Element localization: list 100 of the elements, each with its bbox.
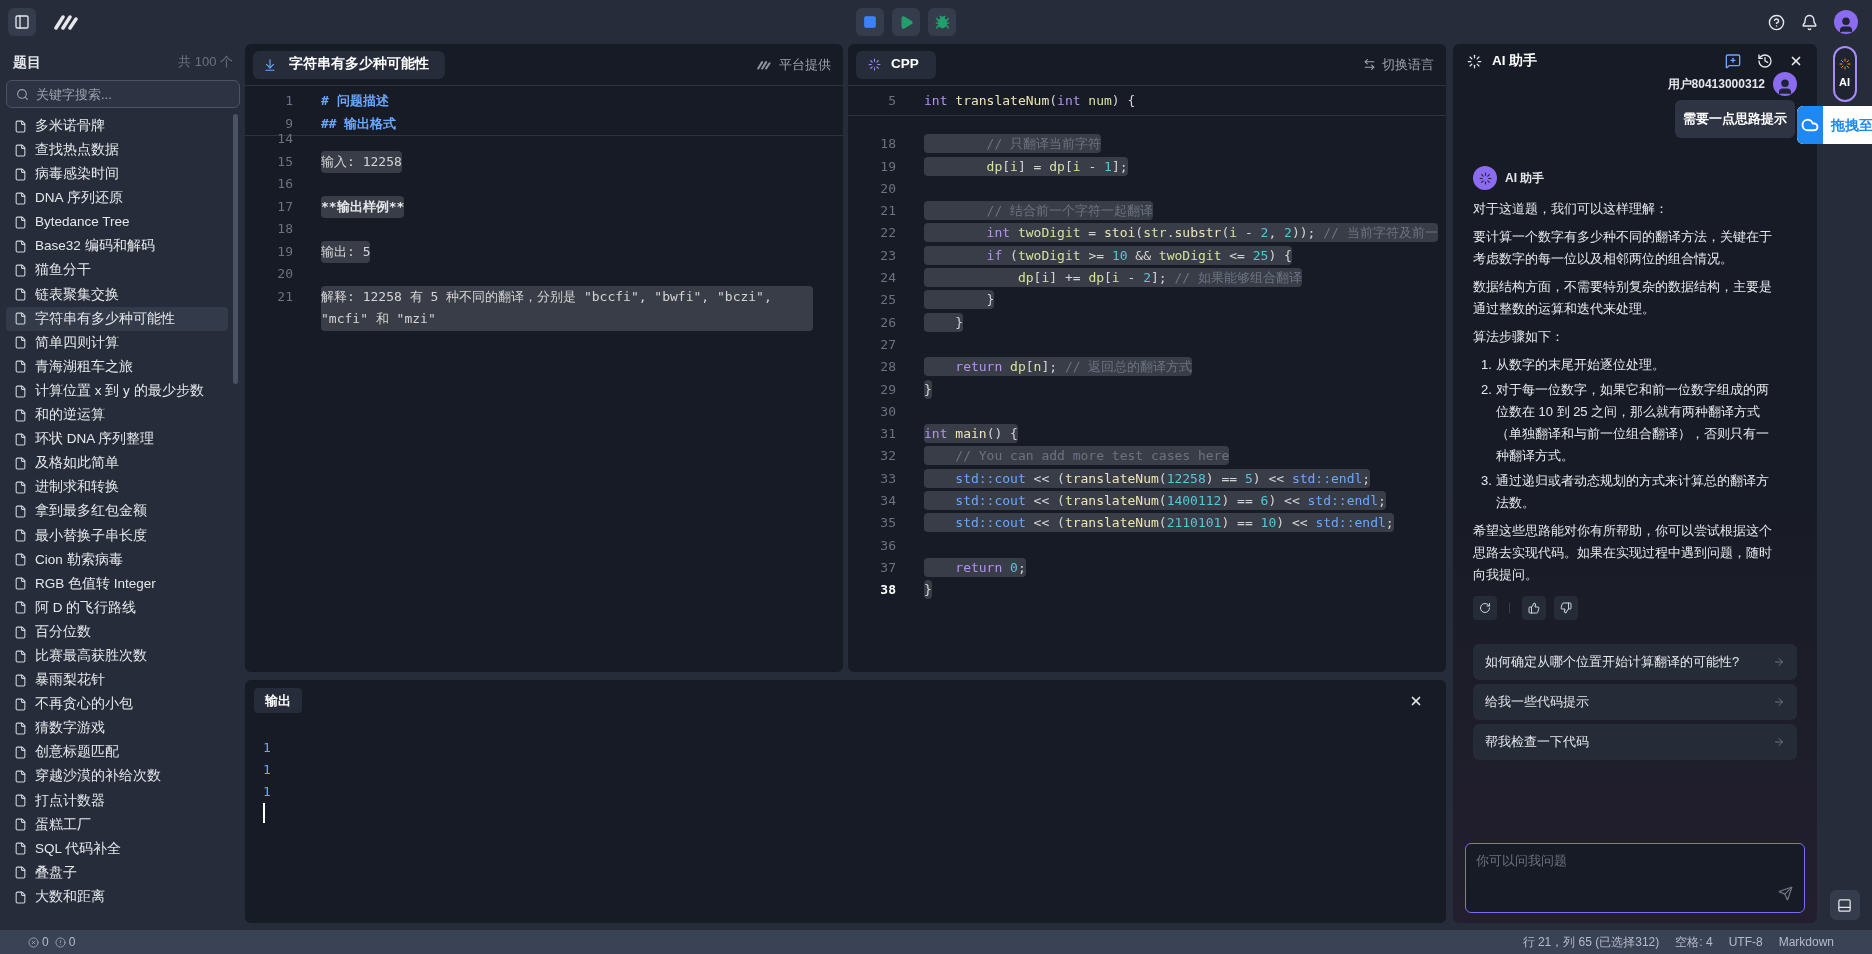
problem-item[interactable]: Cion 勒索病毒 [6, 547, 228, 572]
sidebar-toggle-button[interactable] [8, 8, 36, 36]
file-icon [14, 336, 27, 350]
problem-item[interactable]: 不再贪心的小包 [6, 692, 228, 717]
problem-item[interactable]: 和的逆运算 [6, 403, 228, 428]
line-number: 34 [879, 492, 897, 511]
drag-to-button[interactable]: 拖拽至 [1797, 106, 1872, 144]
file-icon [14, 601, 27, 615]
problem-item[interactable]: DNA 序列还原 [6, 186, 228, 211]
problem-item[interactable]: Base32 编码和解码 [6, 234, 228, 259]
suggestion-button[interactable]: 如何确定从哪个位置开始计算翻译的可能性? [1473, 644, 1797, 680]
arrow-icon [1773, 656, 1785, 668]
problem-item[interactable]: 多米诺骨牌 [6, 114, 228, 139]
problem-item[interactable]: 穿越沙漠的补给次数 [6, 764, 228, 789]
help-icon[interactable] [1768, 13, 1785, 31]
problem-item[interactable]: 病毒感染时间 [6, 162, 228, 187]
language-icon [868, 58, 881, 71]
problem-item[interactable]: 计算位置 x 到 y 的最少步数 [6, 379, 228, 404]
thumbs-down-icon [1560, 602, 1572, 614]
file-icon [14, 456, 27, 470]
line-number: 21 [276, 287, 294, 306]
line-number: 16 [276, 175, 294, 193]
arrow-icon [1773, 696, 1785, 708]
problem-item[interactable]: 及格如此简单 [6, 451, 228, 476]
ai-icon [1467, 53, 1482, 69]
line-number: 26 [879, 313, 897, 332]
problem-item[interactable]: 猜数字游戏 [6, 716, 228, 741]
regenerate-button[interactable] [1473, 596, 1497, 620]
search-field[interactable]: 关键字搜索... [6, 80, 240, 108]
problem-item[interactable]: RGB 色值转 Integer [6, 571, 228, 596]
output-tab[interactable]: 输出 [254, 688, 302, 713]
file-icon [14, 312, 27, 326]
problem-item[interactable]: 叠盘子 [6, 860, 228, 885]
close-icon[interactable] [1789, 54, 1803, 68]
answer-paragraph: 对于这道题，我们可以这样理解： [1473, 200, 1669, 218]
problem-item[interactable]: 猫鱼分干 [6, 258, 228, 283]
run-button[interactable] [892, 8, 920, 36]
suggestion-button[interactable]: 给我一些代码提示 [1473, 684, 1797, 720]
line-number: 28 [879, 358, 897, 377]
thumbs-down-button[interactable] [1554, 596, 1578, 620]
problem-item[interactable]: 蛋糕工厂 [6, 812, 228, 837]
problem-item[interactable]: 打点计数器 [6, 788, 228, 813]
problem-item[interactable]: 环状 DNA 序列整理 [6, 427, 228, 452]
send-icon[interactable] [1778, 886, 1793, 901]
answer-paragraph: 希望这些思路能对你有所帮助，你可以尝试根据这个思路去实现代码。如果在实现过程中遇到问题，随时向我提问。 [1473, 522, 1773, 584]
error-count: 0 [42, 934, 49, 951]
line-number: 33 [879, 469, 897, 488]
line-number: 23 [879, 246, 897, 265]
problem-item[interactable]: 比赛最高获胜次数 [6, 644, 228, 669]
problem-item[interactable]: 简单四则计算 [6, 330, 228, 355]
problem-item[interactable]: 链表聚集交换 [6, 282, 228, 307]
line-number: 38 [879, 581, 897, 600]
line-number: 29 [879, 380, 897, 399]
problem-item[interactable]: 百分位数 [6, 619, 228, 645]
question-input[interactable]: 你可以问我问题 [1465, 843, 1805, 913]
panel-toggle-button[interactable] [1829, 890, 1860, 920]
file-icon [14, 794, 27, 808]
notification-icon[interactable] [1801, 13, 1818, 31]
problem-item[interactable]: 大数和距离 [6, 885, 228, 910]
code-line: } [924, 580, 932, 600]
line-number: 14 [276, 130, 294, 148]
problem-item[interactable]: 最小替换子串长度 [6, 523, 228, 548]
file-icon [14, 240, 27, 253]
user-avatar[interactable] [1834, 10, 1858, 34]
history-icon[interactable] [1757, 53, 1773, 69]
problem-item[interactable]: 查找热点数据 [6, 138, 228, 163]
problem-item[interactable]: 阿 D 的飞行路线 [6, 595, 228, 620]
step-number: 2. [1481, 381, 1492, 399]
problem-item[interactable]: 青海湖租车之旅 [6, 354, 228, 380]
output-line: 1 [263, 761, 271, 779]
language-tab[interactable]: CPP [856, 50, 936, 79]
problem-item[interactable]: 暴雨梨花针 [6, 668, 228, 693]
line-number: 19 [879, 157, 897, 176]
line-number: 19 [276, 242, 294, 261]
step-text: 通过递归或者动态规划的方式来计算总的翻译方法数。 [1495, 472, 1770, 512]
problem-item[interactable]: 进制求和转换 [6, 475, 228, 500]
file-icon [14, 384, 27, 398]
problem-item[interactable]: 字符串有多少种可能性 [6, 306, 228, 331]
problem-item[interactable]: SQL 代码补全 [6, 836, 228, 861]
debug-button[interactable] [928, 8, 956, 36]
search-icon [16, 88, 29, 101]
file-icon [14, 818, 27, 832]
ai-button[interactable]: AI [1832, 46, 1857, 102]
problem-item[interactable]: Bytedance Tree [6, 210, 228, 235]
line-number: 37 [879, 558, 897, 577]
problem-item[interactable]: 拿到最多红包金额 [6, 499, 228, 524]
file-icon [14, 264, 27, 278]
switch-language-button[interactable]: 切换语言 [1363, 54, 1438, 75]
cursor-position: 行 21，列 65 (已选择312) [1522, 934, 1660, 951]
user-name: 用户80413000312 [1667, 76, 1765, 93]
suggestion-button[interactable]: 帮我检查一下代码 [1473, 724, 1797, 760]
problem-item[interactable]: 创意标题匹配 [6, 740, 228, 765]
file-icon [14, 673, 27, 687]
problem-tab[interactable]: 字符串有多少种可能性 [253, 50, 445, 79]
file-icon [14, 191, 27, 205]
thumbs-up-button[interactable] [1522, 596, 1546, 620]
new-chat-icon[interactable] [1725, 53, 1741, 69]
stop-button[interactable] [856, 8, 884, 36]
file-icon [14, 890, 27, 904]
scrollbar-thumb[interactable] [233, 114, 238, 384]
